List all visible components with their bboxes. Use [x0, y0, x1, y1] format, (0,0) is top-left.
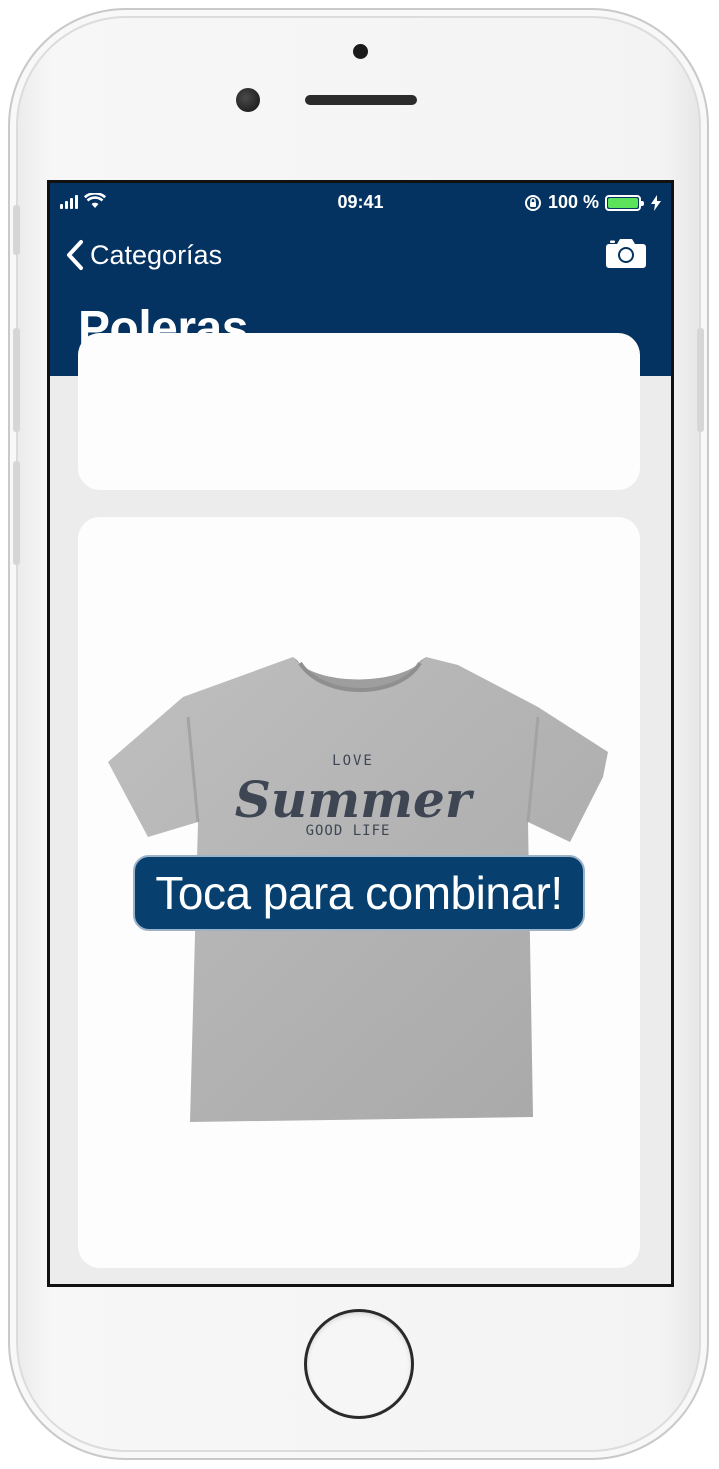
- mute-switch: [13, 205, 20, 255]
- proximity-sensor: [353, 44, 368, 59]
- camera-icon: [606, 239, 646, 268]
- orientation-lock-icon: [524, 194, 541, 211]
- volume-up-button: [13, 328, 20, 432]
- camera-button[interactable]: [605, 237, 647, 274]
- back-button[interactable]: Categorías: [66, 239, 222, 271]
- product-card-previous[interactable]: [78, 333, 640, 490]
- back-label: Categorías: [90, 239, 223, 270]
- product-card[interactable]: LOVE Summer GOOD LIFE Toca para combinar…: [78, 517, 640, 1268]
- home-button[interactable]: [304, 1309, 414, 1419]
- shirt-text-top: LOVE: [332, 753, 374, 769]
- combine-button[interactable]: Toca para combinar!: [133, 855, 585, 931]
- front-camera: [236, 88, 260, 112]
- earpiece-speaker: [305, 95, 417, 105]
- shirt-text-main: Summer: [235, 770, 475, 829]
- status-bar: 09:41 100 %: [50, 183, 671, 223]
- shirt-text-bottom: GOOD LIFE: [306, 823, 391, 839]
- charging-icon: [651, 194, 661, 211]
- chevron-left-icon: [67, 240, 83, 270]
- screen: 09:41 100 % Categorías Poleras LOVE Summ…: [47, 180, 674, 1287]
- volume-down-button: [13, 461, 20, 565]
- battery-icon: [605, 194, 644, 211]
- battery-percent: 100 %: [547, 192, 599, 212]
- power-button: [697, 328, 704, 432]
